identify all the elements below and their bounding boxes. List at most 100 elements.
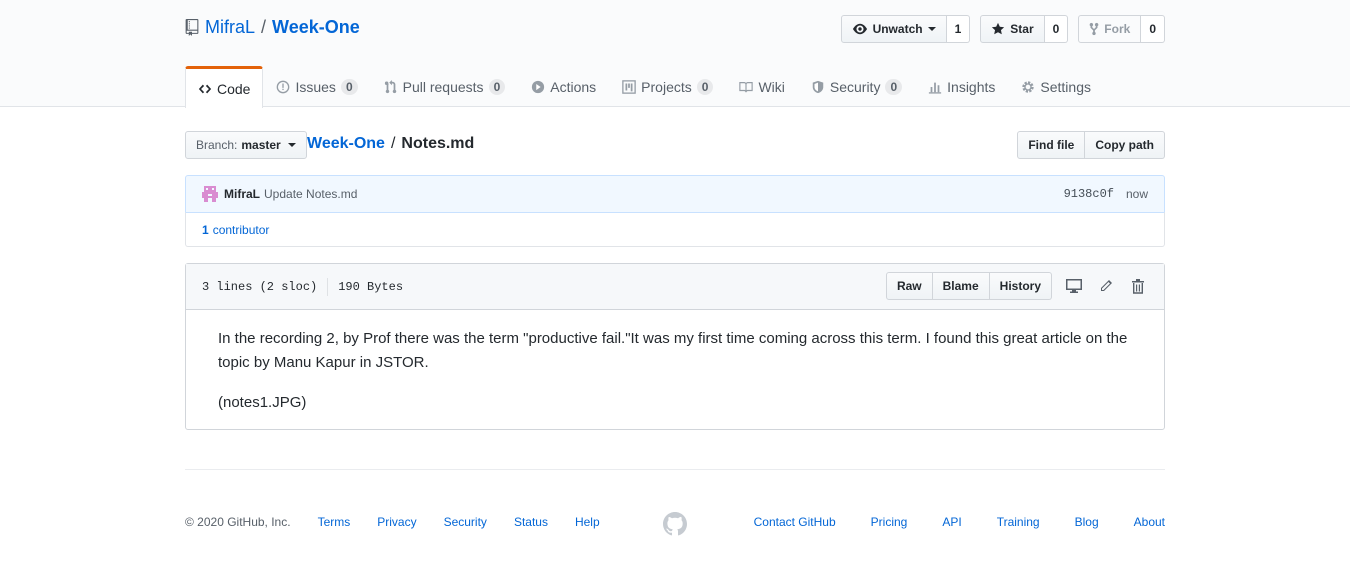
footer-link-api[interactable]: API (942, 515, 961, 529)
trash-icon[interactable] (1128, 276, 1148, 296)
gear-icon (1022, 81, 1035, 93)
file-actions: Raw Blame History (885, 272, 1148, 300)
title-separator: / (261, 17, 267, 37)
footer-link-contact[interactable]: Contact GitHub (754, 515, 836, 529)
star-button[interactable]: Star (980, 15, 1045, 43)
footer-link-about[interactable]: About (1134, 515, 1165, 529)
paragraph: (notes1.JPG) (218, 394, 307, 411)
history-button[interactable]: History (989, 272, 1052, 300)
book-icon (739, 82, 754, 93)
contributors-bar: 1 contributor (185, 212, 1165, 247)
footer-link-status[interactable]: Status (514, 515, 548, 529)
copy-path-button[interactable]: Copy path (1085, 131, 1165, 159)
copyright: © 2020 GitHub, Inc. (185, 515, 291, 529)
tab-settings-label: Settings (1040, 79, 1091, 95)
commit-meta: 9138c0f now (1064, 187, 1148, 201)
footer-link-help[interactable]: Help (575, 515, 600, 529)
contributors-link[interactable]: 1 contributor (202, 223, 269, 237)
tab-wiki-label: Wiki (758, 79, 785, 95)
unwatch-label: Unwatch (872, 22, 923, 36)
footer-left: © 2020 GitHub, Inc. Terms Privacy Securi… (185, 515, 600, 529)
tab-insights[interactable]: Insights (915, 66, 1008, 107)
projects-count: 0 (696, 79, 714, 95)
watch-count[interactable]: 1 (946, 15, 971, 43)
markdown-body: In the recording 2, by Prof there was th… (186, 310, 1164, 432)
tab-pull-requests[interactable]: Pull requests 0 (371, 66, 519, 107)
blame-button[interactable]: Blame (932, 272, 990, 300)
tab-security-label: Security (829, 79, 881, 95)
tab-issues[interactable]: Issues 0 (263, 66, 370, 107)
issues-count: 0 (340, 79, 358, 95)
branch-prefix: Branch: (196, 138, 238, 152)
commit-sha-link[interactable]: 9138c0f (1064, 187, 1114, 201)
fork-count[interactable]: 0 (1141, 15, 1165, 43)
raw-button[interactable]: Raw (885, 272, 933, 300)
play-icon (532, 80, 545, 94)
tab-wiki[interactable]: Wiki (726, 66, 797, 107)
commit-tease: MifraL Update Notes.md 9138c0f now (185, 175, 1165, 213)
repo-nav: Code Issues 0 Pull requests 0 Actions Pr… (185, 66, 1104, 108)
paragraph: In the recording 2, by Prof there was th… (218, 330, 1128, 371)
unwatch-button[interactable]: Unwatch (840, 15, 947, 43)
fork-button[interactable]: Fork (1078, 15, 1142, 43)
issue-icon (277, 80, 290, 94)
footer-link-blog[interactable]: Blog (1075, 515, 1099, 529)
tab-security[interactable]: Security 0 (798, 66, 915, 107)
tab-actions[interactable]: Actions (518, 66, 609, 107)
watch-group: Unwatch 1 (840, 15, 971, 43)
desktop-icon[interactable] (1064, 276, 1084, 296)
tab-actions-label: Actions (550, 79, 597, 95)
pull-requests-count: 0 (488, 79, 506, 95)
footer-link-pricing[interactable]: Pricing (871, 515, 908, 529)
file-nav-actions: Find file Copy path (1017, 131, 1165, 159)
breadcrumb: Week-One / Notes.md (307, 135, 474, 153)
file-size-info: 190 Bytes (338, 279, 404, 294)
repo-icon (185, 19, 199, 36)
tab-pull-requests-label: Pull requests (402, 79, 484, 95)
commit-time: now (1125, 187, 1148, 201)
shield-icon (812, 80, 824, 94)
branch-select-button[interactable]: Branch: master (185, 131, 307, 159)
file-info-divider (327, 277, 329, 296)
file-lines-info: 3 lines (2 sloc) (202, 279, 318, 294)
repo-owner-link[interactable]: MifraL (205, 17, 255, 38)
footer-link-training[interactable]: Training (997, 515, 1040, 529)
pagehead-actions: Unwatch 1 Star 0 Fork 0 (840, 15, 1165, 43)
avatar[interactable] (200, 184, 220, 204)
star-label: Star (1010, 22, 1034, 36)
tab-projects[interactable]: Projects 0 (609, 66, 726, 107)
chevron-down-icon (287, 143, 296, 147)
pencil-icon[interactable] (1096, 276, 1116, 296)
pull-request-icon (384, 80, 396, 94)
footer-link-terms[interactable]: Terms (318, 515, 351, 529)
contributor-label: contributor (212, 222, 270, 237)
find-file-button[interactable]: Find file (1017, 131, 1086, 159)
chevron-down-icon (927, 27, 936, 31)
security-count: 0 (885, 79, 903, 95)
github-mark-icon[interactable] (663, 512, 687, 536)
file-view-group: Raw Blame History (885, 272, 1052, 300)
tab-settings[interactable]: Settings (1008, 66, 1104, 107)
footer-link-security[interactable]: Security (444, 515, 487, 529)
code-icon (198, 84, 212, 93)
footer-right: Contact GitHub Pricing API Training Blog… (754, 515, 1165, 529)
footer-link-privacy[interactable]: Privacy (377, 515, 416, 529)
file-navigation: Branch: master Week-One / Notes.md Find … (185, 131, 1165, 159)
fork-label: Fork (1104, 22, 1131, 36)
breadcrumb-repo-link[interactable]: Week-One (307, 135, 385, 153)
repo-name-link[interactable]: Week-One (272, 17, 360, 38)
file-box: 3 lines (2 sloc) 190 Bytes Raw Blame His… (185, 263, 1165, 430)
repo-header: MifraL / Week-One Unwatch 1 Star 0 Fork … (0, 0, 1350, 108)
file-header: 3 lines (2 sloc) 190 Bytes Raw Blame His… (186, 264, 1164, 310)
tab-code[interactable]: Code (185, 66, 264, 108)
commit-message-link[interactable]: Update Notes.md (264, 187, 357, 201)
fork-group: Fork 0 (1078, 15, 1165, 43)
contributor-count: 1 (202, 222, 209, 237)
commit-author-link[interactable]: MifraL (224, 187, 260, 201)
star-count[interactable]: 0 (1044, 15, 1069, 43)
star-icon (992, 22, 1005, 35)
fork-icon (1089, 22, 1099, 36)
breadcrumb-file: Notes.md (401, 135, 475, 152)
tab-issues-label: Issues (295, 79, 336, 95)
breadcrumb-separator: / (390, 135, 396, 152)
